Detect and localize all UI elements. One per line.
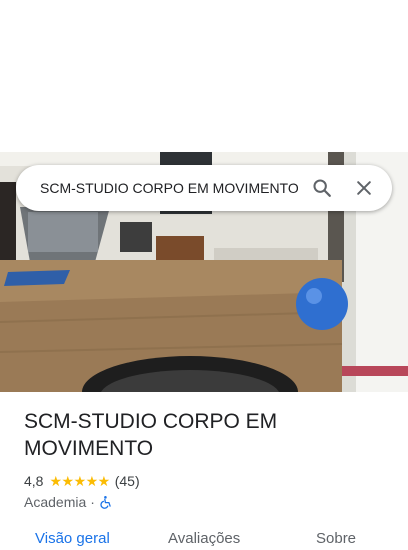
close-icon xyxy=(357,181,371,195)
tab-reviews[interactable]: Avaliações xyxy=(168,530,240,547)
search-button[interactable] xyxy=(304,170,340,206)
search-input[interactable] xyxy=(40,180,298,196)
rating-stars: ★★★★★ xyxy=(49,472,110,489)
place-title: SCM-STUDIO CORPO EM MOVIMENTO xyxy=(24,410,278,460)
separator-dot: · xyxy=(90,494,95,510)
place-category: Academia xyxy=(24,494,87,510)
tab-about[interactable]: Sobre xyxy=(316,530,356,547)
review-count[interactable]: (45) xyxy=(115,473,140,489)
rating-value: 4,8 xyxy=(24,473,44,489)
rating-row[interactable]: 4,8 ★★★★★ (45) xyxy=(24,472,140,490)
search-bar[interactable] xyxy=(16,165,392,211)
place-tabs: Visão geral Avaliações Sobre xyxy=(0,530,408,550)
wheelchair-icon xyxy=(100,496,111,509)
search-icon xyxy=(313,179,331,197)
category-row: Academia · xyxy=(24,493,113,511)
tab-overview[interactable]: Visão geral xyxy=(35,530,110,547)
clear-search-button[interactable] xyxy=(346,170,382,206)
